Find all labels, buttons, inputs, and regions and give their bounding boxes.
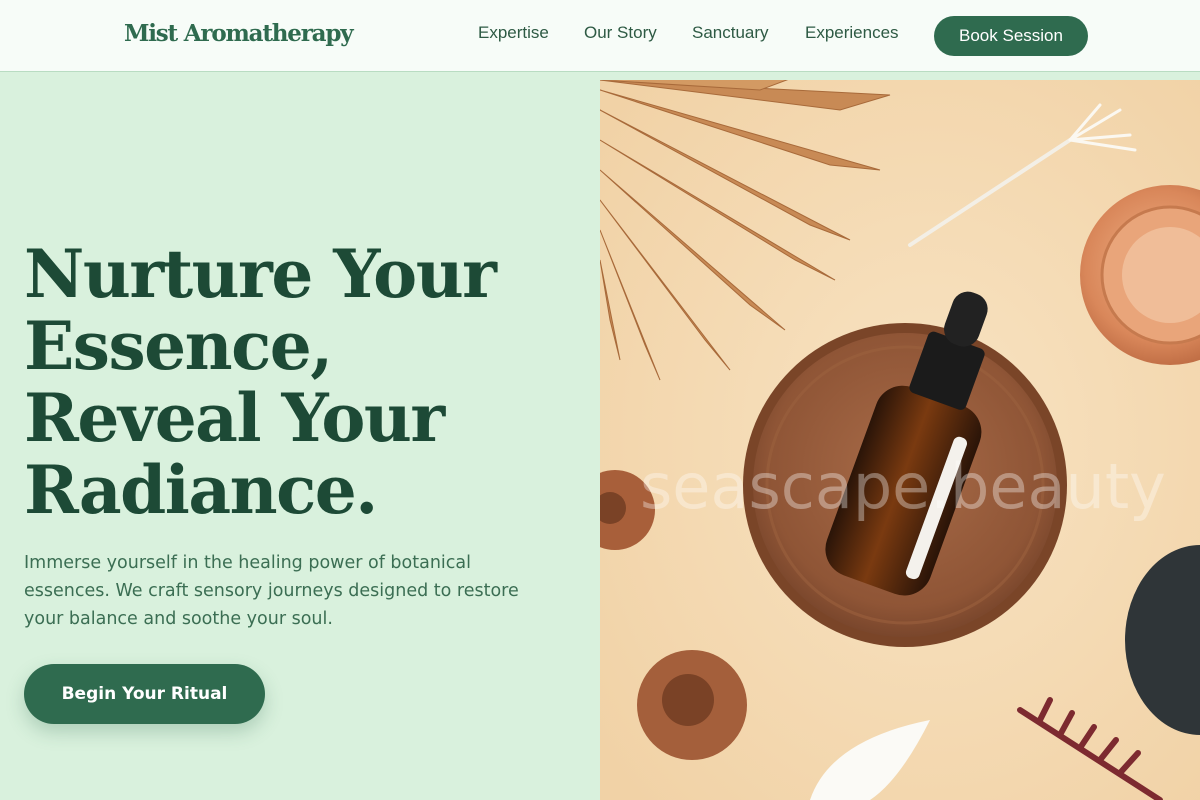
essential-oil-photo: [600, 80, 1200, 800]
nav-link-experiences[interactable]: Experiences: [805, 23, 899, 43]
image-watermark: seascape.beauty: [640, 450, 1166, 523]
hero-title-line: Nurture Your: [24, 235, 497, 313]
brand-logo[interactable]: Mist Aromatherapy: [124, 20, 354, 47]
nav-link-expertise[interactable]: Expertise: [478, 23, 549, 43]
hero-title: Nurture Your Essence, Reveal Your Radian…: [24, 238, 584, 526]
hero-description: Immerse yourself in the healing power of…: [24, 553, 519, 629]
hero-title-line: Reveal Your: [24, 379, 445, 457]
hero-title-line: Radiance.: [24, 451, 378, 529]
nav-link-our-story[interactable]: Our Story: [584, 23, 657, 43]
book-session-button[interactable]: Book Session: [934, 16, 1088, 56]
site-header: Mist Aromatherapy Expertise Our Story Sa…: [0, 0, 1200, 72]
hero-product-image: seascape.beauty: [600, 80, 1200, 800]
hero-title-line: Essence,: [24, 307, 333, 385]
begin-ritual-button[interactable]: Begin Your Ritual: [24, 664, 265, 724]
nav-link-sanctuary[interactable]: Sanctuary: [692, 23, 769, 43]
